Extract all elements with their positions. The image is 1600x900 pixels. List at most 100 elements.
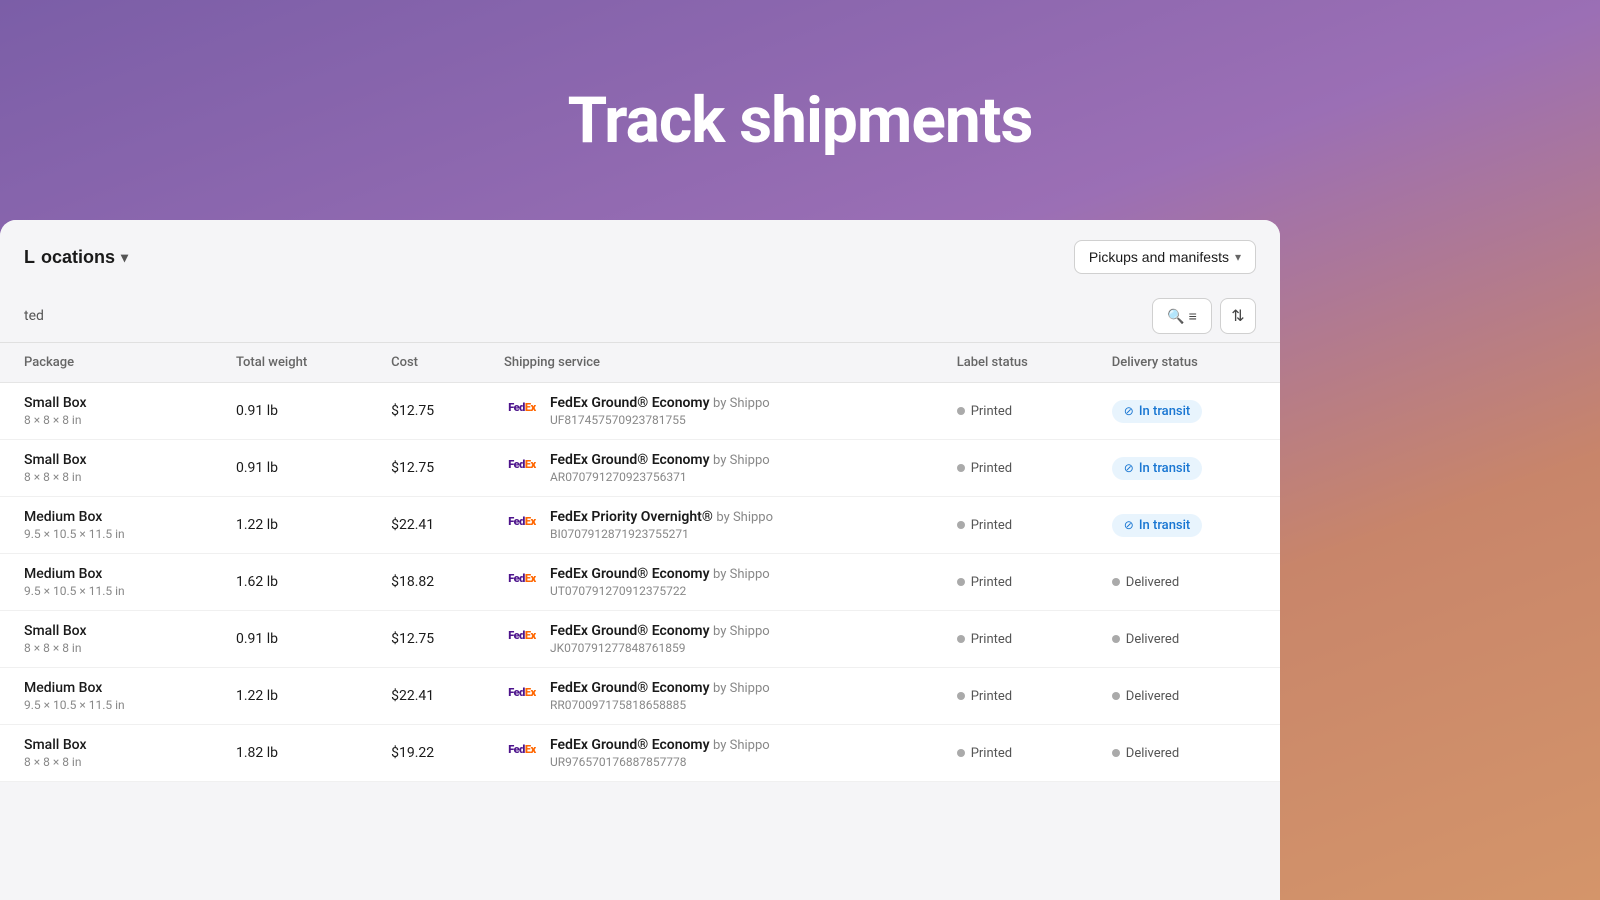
transit-icon: ⊘ <box>1124 461 1134 475</box>
card-top-bar: Locations ▾ Pickups and manifests ▾ <box>0 220 1280 290</box>
table-row[interactable]: Small Box8 × 8 × 8 in1.82 lb$19.22 FedEx… <box>0 725 1280 782</box>
filter-label: ted <box>24 308 44 324</box>
col-label-status: Label status <box>941 343 1096 383</box>
cell-weight: 0.91 lb <box>220 383 375 440</box>
cell-shipping-service: FedEx FedEx Ground® Economy by Shippo AR… <box>488 440 941 497</box>
cell-weight: 1.22 lb <box>220 668 375 725</box>
service-name: FedEx Ground® Economy by Shippo <box>550 452 770 468</box>
cell-cost: $12.75 <box>375 440 488 497</box>
cell-package: Small Box 8 × 8 × 8 in <box>0 383 220 440</box>
filter-icon: ≡ <box>1189 308 1197 324</box>
status-dot <box>957 635 965 643</box>
shipments-table: Package Total weight Cost Shipping servi… <box>0 343 1280 782</box>
status-badge: Printed <box>957 632 1012 647</box>
fedex-logo: FedEx <box>504 397 540 417</box>
status-badge: Printed <box>957 461 1012 476</box>
status-dot <box>1112 749 1120 757</box>
col-shipping-service: Shipping service <box>488 343 941 383</box>
cell-weight: 0.91 lb <box>220 611 375 668</box>
table-row[interactable]: Small Box 8 × 8 × 8 in 0.91 lb$12.75 FedEx… <box>0 383 1280 440</box>
status-dot <box>957 578 965 586</box>
package-dims: 8 × 8 × 8 in <box>24 413 204 427</box>
cell-cost: $22.41 <box>375 497 488 554</box>
status-dot <box>957 464 965 472</box>
cell-delivery-status: Delivered <box>1096 725 1280 782</box>
cell-label-status: Printed <box>941 497 1096 554</box>
delivery-badge: ⊘In transit <box>1112 457 1202 480</box>
sort-icon: ⇅ <box>1231 306 1244 326</box>
cell-package: Medium Box 9.5 × 10.5 × 11.5 in <box>0 497 220 554</box>
service-name: FedEx Priority Overnight® by Shippo <box>550 509 773 525</box>
cell-delivery-status: ⊘In transit <box>1096 383 1280 440</box>
service-info: FedEx Priority Overnight® by Shippo BI07… <box>550 509 773 541</box>
cell-label-status: Printed <box>941 440 1096 497</box>
transit-icon: ⊘ <box>1124 404 1134 418</box>
delivery-badge: Delivered <box>1112 689 1179 704</box>
fedex-logo: FedEx <box>504 682 540 702</box>
status-badge: Printed <box>957 746 1012 761</box>
cell-label-status: Printed <box>941 725 1096 782</box>
service-name: FedEx Ground® Economy by Shippo <box>550 680 770 696</box>
tracking-number: AR070791270923756371 <box>550 470 770 484</box>
status-dot <box>957 692 965 700</box>
tracking-number: RR070097175818658885 <box>550 698 770 712</box>
col-cost: Cost <box>375 343 488 383</box>
tracking-number: BI0707912871923755271 <box>550 527 773 541</box>
tracking-number: UR976570176887857778 <box>550 755 770 769</box>
status-badge: Printed <box>957 404 1012 419</box>
cell-label-status: Printed <box>941 611 1096 668</box>
col-package: Package <box>0 343 220 383</box>
page-title: Track shipments <box>568 83 1033 158</box>
package-name: Medium Box <box>24 680 204 696</box>
cell-package: Small Box8 × 8 × 8 in <box>0 440 220 497</box>
cell-cost: $19.22 <box>375 725 488 782</box>
delivery-badge: Delivered <box>1112 575 1179 590</box>
search-icon: 🔍 <box>1167 308 1184 325</box>
pickups-manifests-label: Pickups and manifests <box>1089 249 1229 265</box>
package-dims: 9.5 × 10.5 × 11.5 in <box>24 698 204 712</box>
package-name: Medium Box <box>24 509 204 525</box>
package-dims: 9.5 × 10.5 × 11.5 in <box>24 527 204 541</box>
fedex-logo: FedEx <box>504 511 540 531</box>
cell-shipping-service: FedEx FedEx Priority Overnight® by Shipp… <box>488 497 941 554</box>
package-dims: 8 × 8 × 8 in <box>24 641 204 655</box>
cell-package: Medium Box 9.5 × 10.5 × 11.5 in <box>0 668 220 725</box>
service-info: FedEx Ground® Economy by Shippo UT070791… <box>550 566 770 598</box>
filter-actions: 🔍 ≡ ⇅ <box>1152 298 1256 334</box>
sort-button[interactable]: ⇅ <box>1220 298 1256 334</box>
fedex-logo: FedEx <box>504 625 540 645</box>
table-row[interactable]: Medium Box9.5 × 10.5 × 11.5 in1.62 lb$18… <box>0 554 1280 611</box>
table-row[interactable]: Small Box8 × 8 × 8 in0.91 lb$12.75 FedEx… <box>0 440 1280 497</box>
table-row[interactable]: Medium Box9.5 × 10.5 × 11.5 in1.22 lb$22… <box>0 668 1280 725</box>
cell-delivery-status: ⊘In transit <box>1096 497 1280 554</box>
status-badge: Printed <box>957 518 1012 533</box>
delivery-badge: Delivered <box>1112 746 1179 761</box>
service-info: FedEx Ground® Economy by Shippo RR070097… <box>550 680 770 712</box>
service-info: FedEx Ground® Economy by Shippo UR976570… <box>550 737 770 769</box>
filter-bar: ted 🔍 ≡ ⇅ <box>0 290 1280 343</box>
cell-cost: $12.75 <box>375 611 488 668</box>
service-name: FedEx Ground® Economy by Shippo <box>550 566 770 582</box>
table-row[interactable]: Medium Box9.5 × 10.5 × 11.5 in1.22 lb$22… <box>0 497 1280 554</box>
search-filter-button[interactable]: 🔍 ≡ <box>1152 298 1212 334</box>
package-name: Small Box <box>24 452 204 468</box>
status-dot <box>957 407 965 415</box>
cell-label-status: Printed <box>941 383 1096 440</box>
cell-cost: $12.75 <box>375 383 488 440</box>
delivery-badge: ⊘In transit <box>1112 400 1202 423</box>
fedex-logo: FedEx <box>504 568 540 588</box>
cell-delivery-status: Delivered <box>1096 554 1280 611</box>
tracking-number: UT070791270912375722 <box>550 584 770 598</box>
locations-label-text: ocations <box>41 247 115 268</box>
table-row[interactable]: Small Box8 × 8 × 8 in0.91 lb$12.75 FedEx… <box>0 611 1280 668</box>
cell-shipping-service: FedEx FedEx Ground® Economy by Shippo UT… <box>488 554 941 611</box>
cell-delivery-status: Delivered <box>1096 668 1280 725</box>
service-info: FedEx Ground® Economy by Shippo JK070791… <box>550 623 770 655</box>
status-dot <box>1112 578 1120 586</box>
pickups-manifests-button[interactable]: Pickups and manifests ▾ <box>1074 240 1256 274</box>
package-name: Small Box <box>24 395 204 411</box>
cell-shipping-service: FedEx FedEx Ground® Economy by Shippo UF… <box>488 383 941 440</box>
service-name: FedEx Ground® Economy by Shippo <box>550 395 770 411</box>
locations-dropdown[interactable]: Locations ▾ <box>24 243 128 272</box>
package-dims: 8 × 8 × 8 in <box>24 755 204 769</box>
